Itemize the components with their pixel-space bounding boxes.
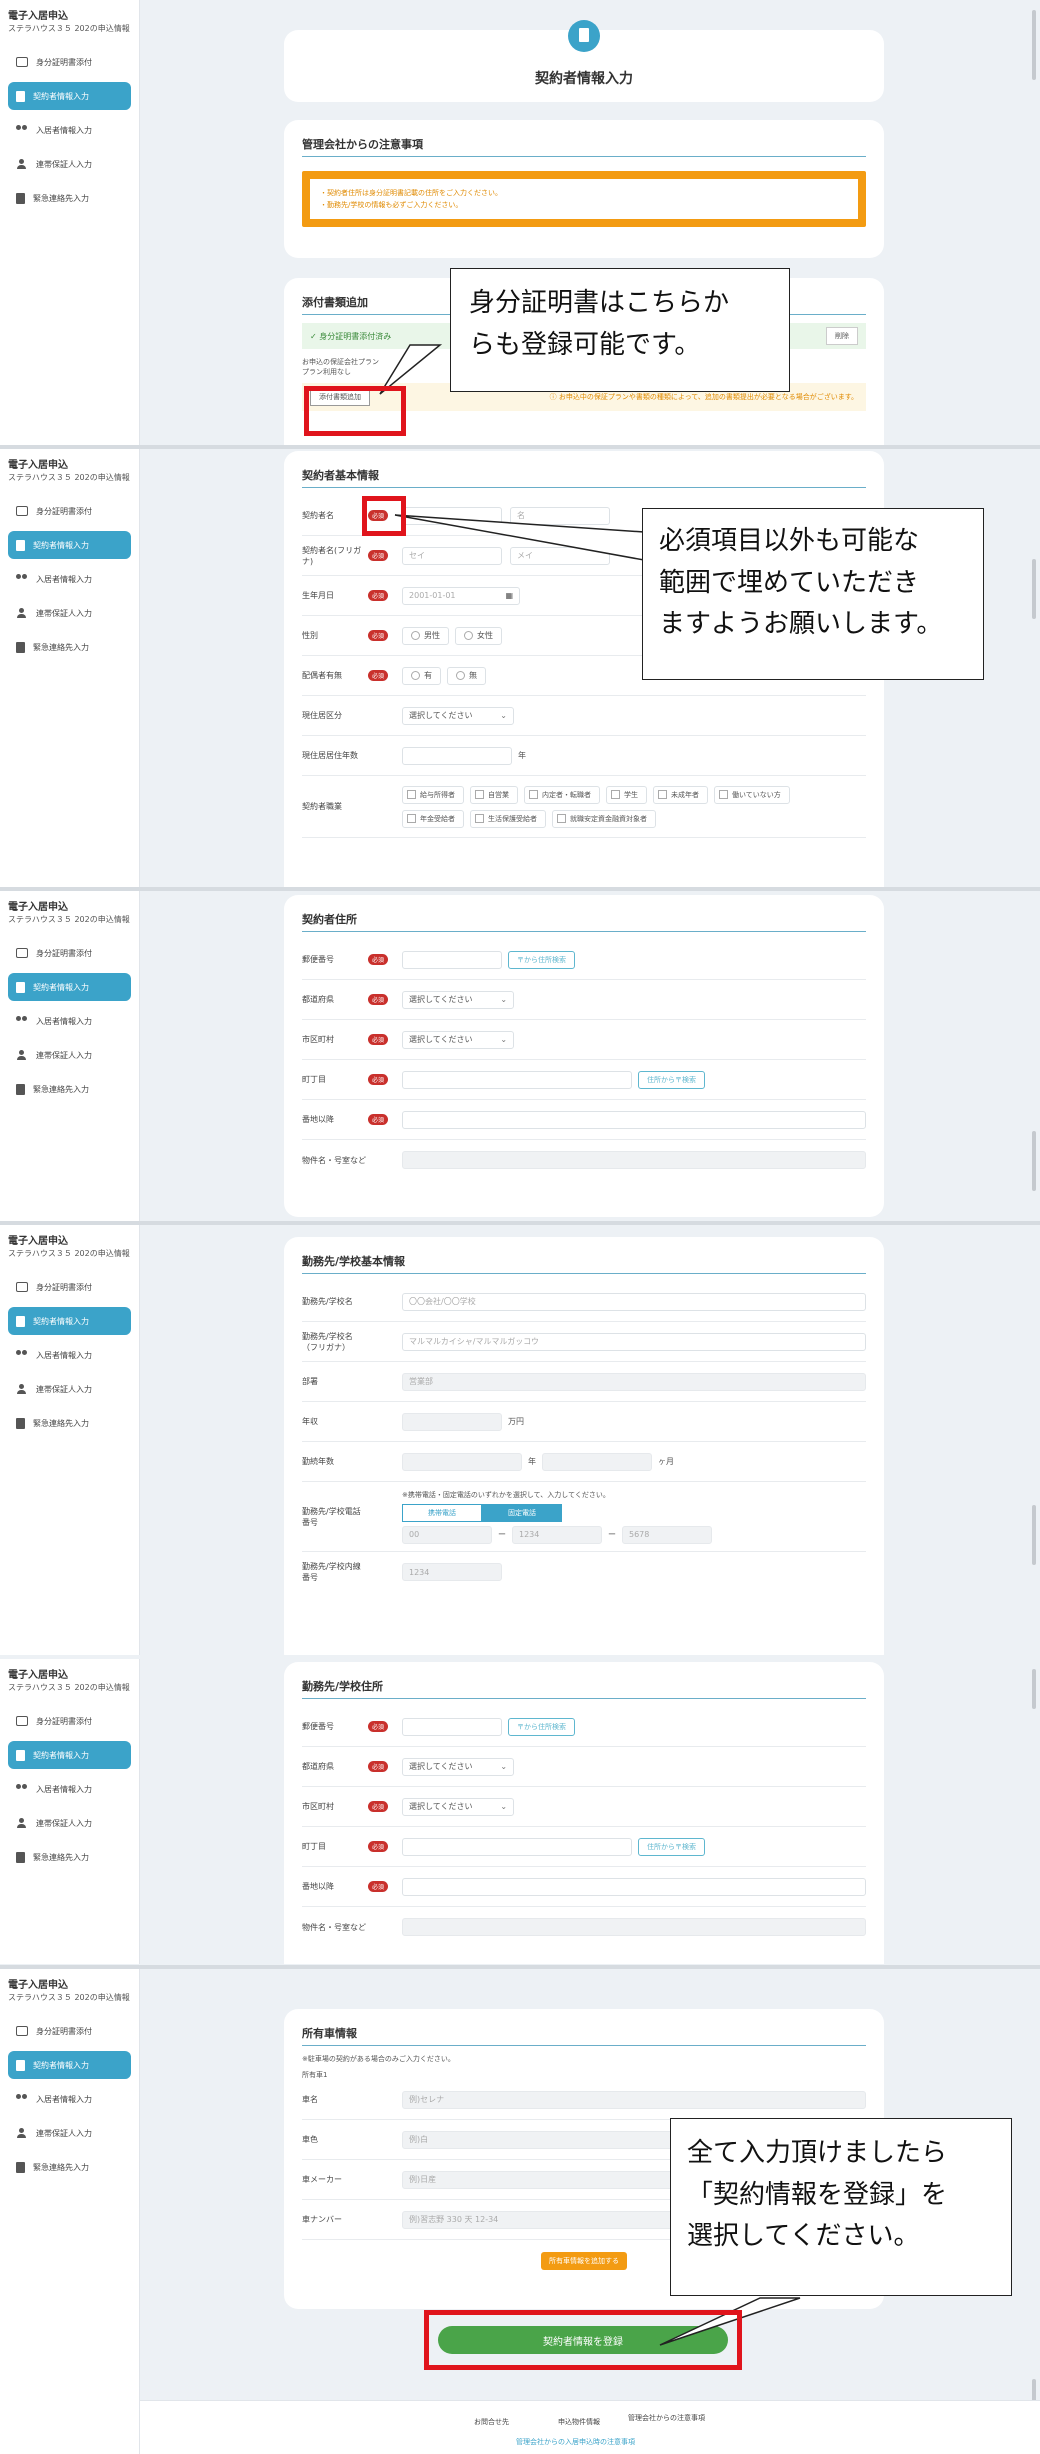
callout-id-upload: 身分証明書はこちらか らも登録可能です。	[450, 268, 790, 392]
callout-optional: 必須項目以外も可能な 範囲で埋めていただき ますようお願いします。	[642, 508, 984, 680]
highlight-submit-button	[424, 2310, 742, 2370]
callout-pointer	[394, 514, 645, 561]
highlight-required-badge	[362, 496, 406, 536]
highlight-attach-button	[304, 386, 406, 436]
callout-submit: 全て入力頂けましたら 「契約情報を登録」を 選択してください。	[670, 2118, 1012, 2296]
